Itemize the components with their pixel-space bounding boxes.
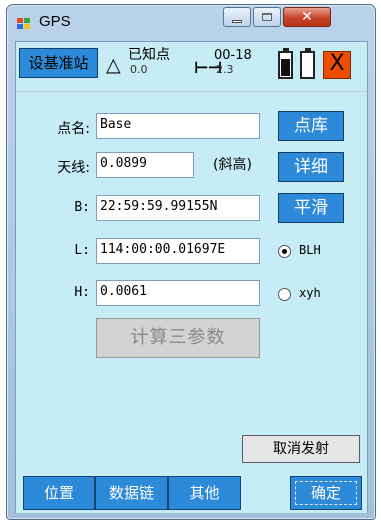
- battery-2-icon: [300, 48, 315, 79]
- blh-radio-label[interactable]: BLH: [299, 243, 321, 257]
- l-label: L:: [74, 243, 90, 258]
- client-area: 设基准站 △ 已知点 0.0 ⊢⊣ 00-18 2.3 X 点名: Base 天…: [15, 41, 368, 513]
- antenna-height-field[interactable]: 0.0899: [96, 152, 194, 178]
- exit-button[interactable]: X: [323, 51, 351, 79]
- b-label: B:: [74, 200, 90, 215]
- cancel-emit-button[interactable]: 取消发射: [242, 435, 360, 463]
- latitude-field[interactable]: 22:59:59.99155N: [96, 195, 260, 221]
- known-point-label: 已知点: [128, 47, 170, 63]
- title-bar: GPS ✕: [7, 5, 375, 41]
- point-name-label: 点名:: [57, 121, 90, 137]
- slope-height-label: (斜高): [213, 157, 252, 173]
- window-close-button[interactable]: ✕: [283, 7, 331, 27]
- point-name-field[interactable]: Base: [96, 113, 260, 139]
- calc-three-params-button[interactable]: 计算三参数: [96, 318, 260, 358]
- tab-other[interactable]: 其他: [168, 476, 241, 510]
- detail-button[interactable]: 详细: [278, 152, 344, 182]
- ok-button[interactable]: 确定: [290, 476, 362, 510]
- h-label: H:: [74, 285, 90, 300]
- tab-data-link[interactable]: 数据链: [95, 476, 168, 510]
- height-field[interactable]: 0.0061: [96, 280, 260, 306]
- blh-radio[interactable]: [278, 245, 291, 258]
- minimize-icon: [232, 19, 242, 23]
- known-point-value: 0.0: [130, 63, 148, 76]
- maximize-icon: [262, 13, 272, 21]
- app-icon: [17, 18, 31, 30]
- diff-age-label: 00-18: [214, 48, 252, 63]
- point-library-button[interactable]: 点库: [278, 111, 344, 141]
- tab-position[interactable]: 位置: [23, 476, 95, 510]
- status-toolbar: 设基准站 △ 已知点 0.0 ⊢⊣ 00-18 2.3 X: [16, 42, 367, 92]
- battery-1-icon: [278, 48, 293, 79]
- antenna-label: 天线:: [57, 160, 90, 176]
- triangle-icon: △: [106, 54, 121, 76]
- longitude-field[interactable]: 114:00:00.01697E: [96, 238, 260, 264]
- minimize-button[interactable]: [223, 7, 251, 27]
- smooth-button[interactable]: 平滑: [278, 193, 344, 223]
- maximize-button[interactable]: [253, 7, 281, 27]
- xyh-radio-label[interactable]: xyh: [299, 286, 321, 300]
- xyh-radio[interactable]: [278, 288, 291, 301]
- set-base-station-button[interactable]: 设基准站: [19, 48, 98, 78]
- window-title: GPS: [39, 13, 71, 30]
- diff-age-value: 2.3: [216, 63, 234, 76]
- gps-window: GPS ✕ 设基准站 △ 已知点 0.0 ⊢⊣ 00-18 2.3 X 点名: …: [6, 4, 376, 520]
- bottom-tab-bar: 位置 数据链 其他 确定: [16, 472, 367, 513]
- close-icon: ✕: [301, 9, 313, 25]
